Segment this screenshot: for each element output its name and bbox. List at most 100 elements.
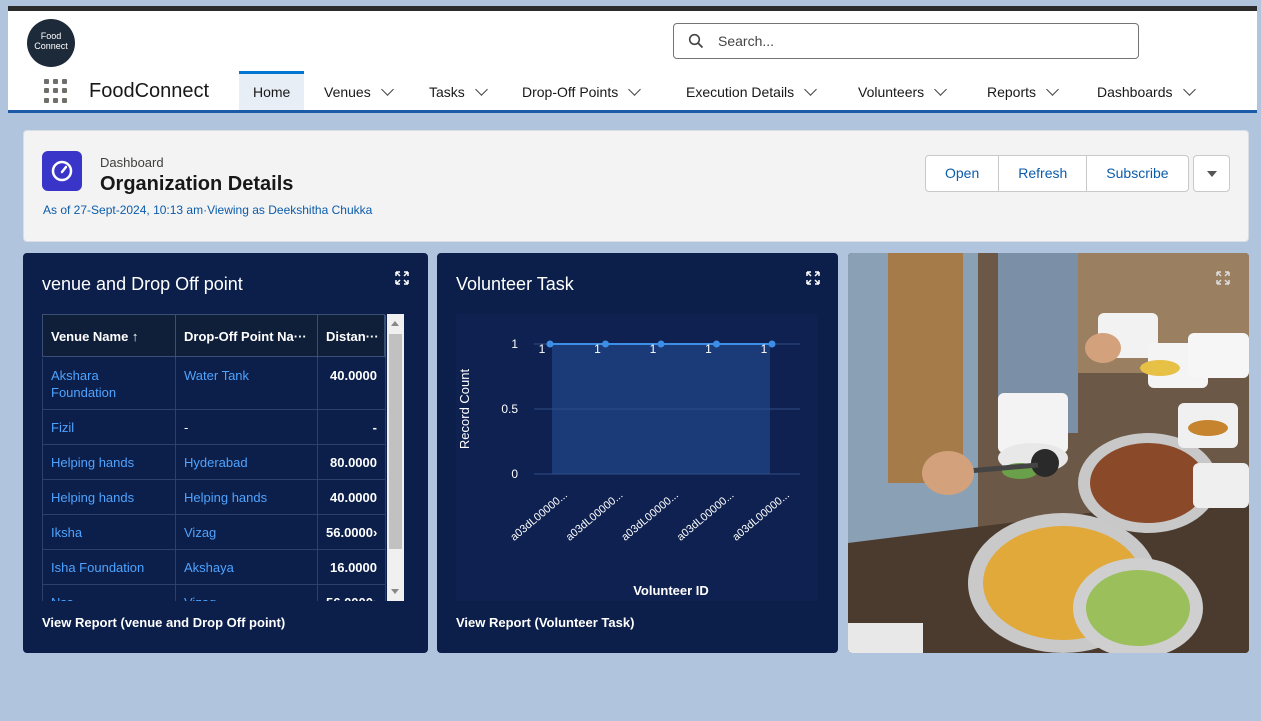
y-tick-label: 0 — [511, 467, 518, 481]
subscribe-button[interactable]: Subscribe — [1086, 155, 1189, 192]
data-label: 1 — [594, 342, 601, 356]
view-report-link[interactable]: View Report (venue and Drop Off point) — [42, 615, 285, 630]
scroll-down-icon[interactable] — [391, 589, 399, 594]
venue-table: Venue Name ↑ Drop-Off Point Na··· Distan… — [42, 314, 387, 601]
x-tick-label: a03dL00000... — [730, 489, 792, 543]
table-row[interactable]: Nss Vizag 56.0000› — [42, 585, 386, 601]
table-row[interactable]: Helping hands Helping hands 40.0000 — [42, 480, 386, 515]
volunteer-task-chart: 00.51Record Count1 1 1 1 1a03dL00000...a03dL… — [457, 337, 800, 598]
table-row[interactable]: Iksha Vizag 56.0000› — [42, 515, 386, 550]
drop-off-cell[interactable]: Hyderabad — [176, 445, 318, 480]
refresh-button[interactable]: Refresh — [998, 155, 1088, 192]
app-nav-bar: FoodConnect Home Venues Tasks Drop-Off P… — [8, 71, 1257, 113]
open-button[interactable]: Open — [925, 155, 1000, 192]
expand-icon[interactable] — [1216, 271, 1230, 285]
widget-title: venue and Drop Off point — [42, 274, 243, 294]
data-point — [657, 340, 665, 348]
chevron-down-icon[interactable] — [628, 83, 642, 96]
dashboard-label: Dashboard — [100, 155, 164, 170]
chevron-down-icon[interactable] — [380, 83, 394, 96]
table-row[interactable]: Isha Foundation Akshaya 16.0000 — [42, 550, 386, 585]
page-title: Organization Details — [100, 173, 294, 195]
venue-name-cell[interactable]: Helping hands — [43, 480, 176, 515]
tab-reports[interactable]: Reports — [973, 71, 1071, 110]
scroll-up-icon[interactable] — [391, 321, 399, 326]
venue-name-cell[interactable]: Isha Foundation — [43, 550, 176, 585]
table-row[interactable]: Helping hands Hyderabad 80.0000 — [42, 445, 386, 480]
table-row[interactable]: Fizil - - — [42, 410, 386, 445]
x-tick-label: a03dL00000... — [675, 489, 737, 543]
search-box[interactable] — [673, 23, 1139, 59]
venue-name-cell[interactable]: Nss — [43, 585, 176, 601]
table-header: Venue Name ↑ Drop-Off Point Na··· Distan… — [42, 314, 386, 358]
expand-icon[interactable] — [806, 271, 820, 285]
venue-name-cell[interactable]: Fizil — [43, 410, 176, 445]
drop-off-cell[interactable]: Vizag — [176, 515, 318, 550]
chevron-down-icon[interactable] — [804, 83, 818, 96]
volunteer-task-widget: Volunteer Task 0 0.5 1 Record Count 1 1 1 1 1 a03… — [437, 253, 838, 653]
app-launcher-icon[interactable] — [44, 79, 68, 103]
tab-drop-off-points[interactable]: Drop-Off Points — [508, 71, 653, 110]
tab-execution-details[interactable]: Execution Details — [672, 71, 829, 110]
x-axis-label: Volunteer ID — [633, 583, 709, 598]
venue-name-cell[interactable]: Iksha — [43, 515, 176, 550]
distance-cell: 16.0000 — [318, 550, 386, 585]
x-tick-label: a03dL00000... — [619, 489, 681, 543]
chevron-down-icon[interactable] — [474, 83, 488, 96]
scrollbar-thumb[interactable] — [389, 334, 402, 549]
global-header: Food Connect — [8, 11, 1257, 71]
distance-cell: 40.0000 — [318, 358, 386, 410]
app-logo[interactable]: Food Connect — [27, 19, 75, 67]
search-input[interactable] — [718, 30, 1118, 52]
column-venue-name[interactable]: Venue Name ↑ — [43, 315, 176, 358]
data-label: 1 — [705, 342, 712, 356]
app-name: FoodConnect — [89, 80, 210, 102]
dashboard-meta: As of 27-Sept-2024, 10:13 am·Viewing as … — [43, 203, 373, 217]
tab-dashboards[interactable]: Dashboards — [1083, 71, 1208, 110]
chart-area: 0 0.5 1 Record Count 1 1 1 1 1 a03dL00000... a03dL… — [456, 314, 818, 601]
distance-cell: 56.0000› — [318, 515, 386, 550]
venue-name-cell[interactable]: Helping hands — [43, 445, 176, 480]
chevron-down-icon[interactable] — [1046, 83, 1059, 96]
photo-illustration — [848, 253, 1249, 653]
table-scrollbar[interactable] — [387, 314, 404, 601]
data-point — [713, 340, 720, 348]
dashboard-header: Dashboard Organization Details As of 27-… — [23, 130, 1249, 242]
dashboard-gauge-icon — [42, 151, 82, 191]
distance-cell: - — [318, 410, 386, 445]
logo-text: Food Connect — [34, 31, 68, 51]
chevron-down-icon[interactable] — [1182, 83, 1196, 96]
data-point — [768, 340, 776, 348]
distance-cell: 56.0000› — [318, 585, 386, 601]
chevron-down-icon[interactable] — [934, 83, 948, 96]
drop-off-cell[interactable]: Water Tank — [176, 358, 318, 410]
data-point — [546, 340, 554, 348]
column-drop-off-point[interactable]: Drop-Off Point Na··· — [176, 315, 318, 358]
x-tick-label: a03dL00000... — [564, 489, 626, 543]
y-tick-label: 0.5 — [501, 402, 518, 416]
drop-off-cell[interactable]: Vizag — [176, 585, 318, 601]
data-point — [602, 340, 609, 348]
data-label: 1 — [761, 342, 768, 356]
tab-home[interactable]: Home — [239, 71, 305, 110]
y-axis-label: Record Count — [457, 369, 472, 450]
drop-off-cell: - — [176, 410, 318, 445]
tab-volunteers[interactable]: Volunteers — [844, 71, 959, 110]
view-report-link[interactable]: View Report (Volunteer Task) — [456, 615, 634, 630]
drop-off-cell[interactable]: Helping hands — [176, 480, 318, 515]
more-actions-dropdown[interactable] — [1192, 155, 1230, 192]
y-tick-label: 1 — [511, 337, 518, 351]
food-prep-photo — [848, 253, 1249, 653]
venue-dropoff-widget: venue and Drop Off point Venue Name ↑ Dr… — [23, 253, 428, 653]
data-label: 1 — [650, 342, 657, 356]
drop-off-cell[interactable]: Akshaya — [176, 550, 318, 585]
column-distance[interactable]: Distan··· — [318, 315, 386, 358]
expand-icon[interactable] — [395, 271, 409, 285]
venue-name-cell[interactable]: Akshara Foundation — [43, 358, 176, 410]
table-row[interactable]: Akshara Foundation Water Tank 40.0000 — [42, 358, 386, 410]
tab-venues[interactable]: Venues — [310, 71, 406, 110]
distance-cell: 80.0000 — [318, 445, 386, 480]
widget-title: Volunteer Task — [456, 274, 574, 294]
x-tick-label: a03dL00000... — [508, 489, 570, 543]
tab-tasks[interactable]: Tasks — [415, 71, 500, 110]
